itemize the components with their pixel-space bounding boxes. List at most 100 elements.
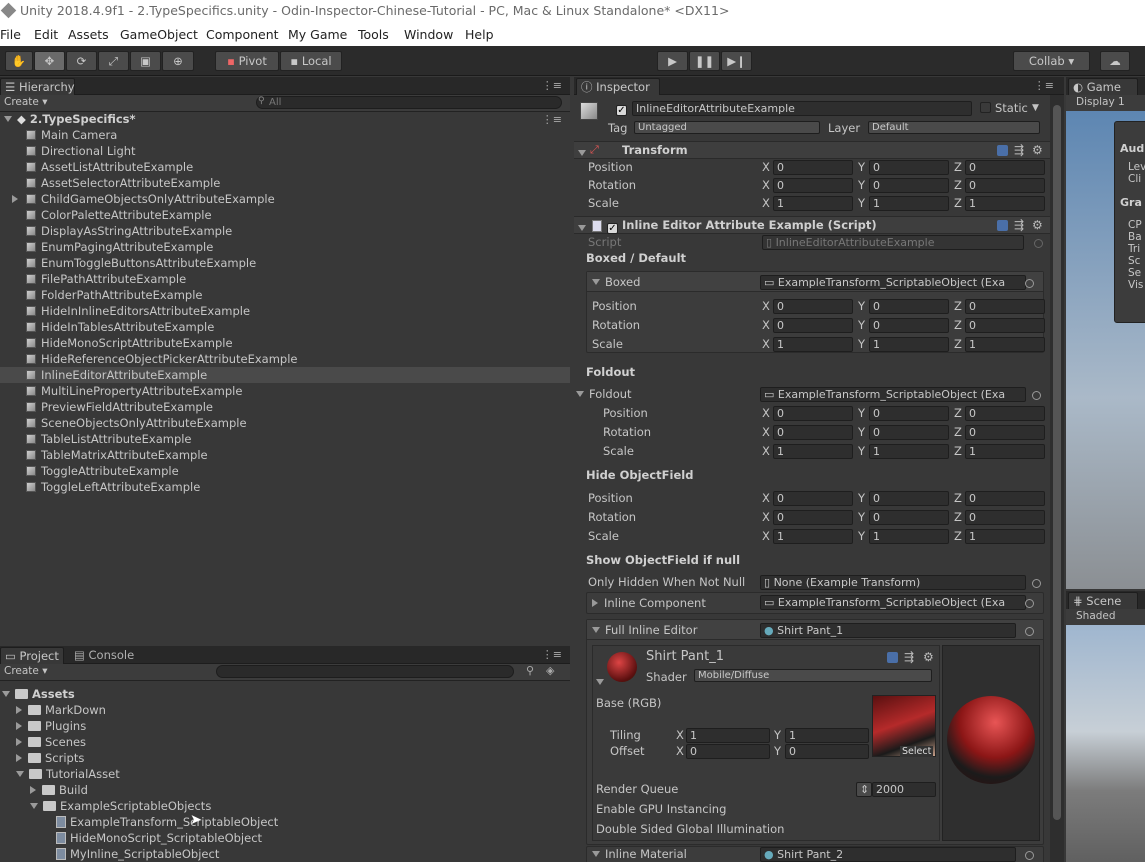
project-folder-item[interactable]: Scripts xyxy=(16,750,84,766)
hierarchy-item[interactable]: HideInInlineEditorsAttributeExample xyxy=(0,303,570,319)
hide-scale-y-field[interactable]: 1 xyxy=(869,529,949,544)
boxed-position-y-field[interactable]: 0 xyxy=(869,299,949,314)
full-inline-material-field[interactable]: ● Shirt Pant_1 xyxy=(760,623,1016,638)
tiling-x-field[interactable]: 1 xyxy=(686,728,770,743)
foldout-position-x-field[interactable]: 0 xyxy=(773,406,853,421)
layer-dropdown[interactable]: Default xyxy=(868,121,1040,134)
boxed-scale-y-field[interactable]: 1 xyxy=(869,337,949,352)
game-viewport[interactable]: Aud Lev Cli Gra CP Ba Tri Sc Se Vis xyxy=(1066,111,1145,589)
hierarchy-item[interactable]: SceneObjectsOnlyAttributeExample xyxy=(0,415,570,431)
tab-inspector[interactable]: ⓘ Inspector xyxy=(576,78,660,95)
move-tool-button[interactable]: ✥ xyxy=(34,51,65,71)
project-panel-menu-icon[interactable]: ⋮≡ xyxy=(542,648,562,661)
scene-viewport[interactable] xyxy=(1066,625,1145,862)
hide-position-y-field[interactable]: 0 xyxy=(869,491,949,506)
help-icon[interactable] xyxy=(997,145,1008,156)
offset-x-field[interactable]: 0 xyxy=(686,744,770,759)
inspector-menu-icon[interactable]: ⋮≡ xyxy=(1034,79,1054,92)
hierarchy-item[interactable]: Directional Light xyxy=(0,143,570,159)
pause-button[interactable]: ❚❚ xyxy=(689,51,720,71)
hide-position-z-field[interactable]: 0 xyxy=(965,491,1045,506)
texture-select-button[interactable]: Select xyxy=(900,746,934,757)
only-hidden-picker-icon[interactable] xyxy=(1032,579,1041,588)
expand-arrow-icon[interactable] xyxy=(16,754,22,762)
boxed-rotation-y-field[interactable]: 0 xyxy=(869,318,949,333)
transform-rotation-z-field[interactable]: 0 xyxy=(965,178,1045,193)
script-help-icon[interactable] xyxy=(997,220,1008,231)
hierarchy-item[interactable]: TableMatrixAttributeExample xyxy=(0,447,570,463)
hierarchy-item[interactable]: FilePathAttributeExample xyxy=(0,271,570,287)
material-help-icon[interactable] xyxy=(887,652,898,663)
shader-dropdown[interactable]: Mobile/Diffuse xyxy=(694,669,932,682)
static-checkbox[interactable] xyxy=(980,102,991,115)
material-foldout-icon[interactable] xyxy=(596,676,609,689)
menu-edit[interactable]: Edit xyxy=(34,24,58,45)
transform-tool-button[interactable]: ⊕ xyxy=(162,51,194,71)
inspector-scrollbar[interactable] xyxy=(1050,95,1064,862)
menu-assets[interactable]: Assets xyxy=(68,24,109,45)
boxed-position-z-field[interactable]: 0 xyxy=(965,299,1045,314)
hierarchy-item[interactable]: ToggleLeftAttributeExample xyxy=(0,479,570,495)
filter-label-icon[interactable]: ◈ xyxy=(546,664,554,677)
project-asset-item[interactable]: MyInline_ScriptableObject xyxy=(44,846,219,862)
boxed-rotation-x-field[interactable]: 0 xyxy=(773,318,853,333)
foldout-label[interactable]: Foldout xyxy=(576,386,632,402)
project-folder-item[interactable]: Assets xyxy=(2,686,75,702)
hierarchy-item[interactable]: AssetSelectorAttributeExample xyxy=(0,175,570,191)
material-gear-icon[interactable]: ⚙ xyxy=(923,651,934,663)
boxed-rotation-z-field[interactable]: 0 xyxy=(965,318,1045,333)
scene-menu-icon[interactable]: ⋮≡ xyxy=(542,113,562,126)
transform-position-z-field[interactable]: 0 xyxy=(965,160,1045,175)
tab-scene[interactable]: ⋕ Scene xyxy=(1068,592,1138,609)
boxed-scale-z-field[interactable]: 1 xyxy=(965,337,1045,352)
foldout-rotation-y-field[interactable]: 0 xyxy=(869,425,949,440)
project-asset-item[interactable]: HideMonoScript_ScriptableObject xyxy=(44,830,262,846)
boxed-position-x-field[interactable]: 0 xyxy=(773,299,853,314)
boxed-scale-x-field[interactable]: 1 xyxy=(773,337,853,352)
menu-help[interactable]: Help xyxy=(465,24,494,45)
transform-rotation-x-field[interactable]: 0 xyxy=(773,178,853,193)
hide-rotation-y-field[interactable]: 0 xyxy=(869,510,949,525)
cloud-button[interactable]: ☁ xyxy=(1100,51,1130,71)
hierarchy-item[interactable]: FolderPathAttributeExample xyxy=(0,287,570,303)
tab-console[interactable]: ▤ Console xyxy=(70,647,138,664)
hide-position-x-field[interactable]: 0 xyxy=(773,491,853,506)
scale-tool-button[interactable]: ⤢ xyxy=(98,51,129,71)
expand-arrow-icon[interactable] xyxy=(12,195,18,203)
active-checkbox[interactable]: ✓ xyxy=(616,102,627,116)
only-hidden-object-field[interactable]: ▯ None (Example Transform) xyxy=(760,575,1026,590)
filter-type-icon[interactable]: ⚲ xyxy=(526,664,534,677)
transform-header[interactable]: ⤢ Transform ⇶ ⚙ xyxy=(574,141,1050,159)
tab-project[interactable]: ▭ Project xyxy=(0,647,64,664)
hide-rotation-x-field[interactable]: 0 xyxy=(773,510,853,525)
inline-component-label[interactable]: Inline Component xyxy=(592,595,706,611)
local-toggle[interactable]: ▪ Local xyxy=(280,51,342,71)
project-folder-item[interactable]: ExampleScriptableObjects xyxy=(30,798,211,814)
hierarchy-create-button[interactable]: Create ▾ xyxy=(4,96,48,108)
hierarchy-item[interactable]: AssetListAttributeExample xyxy=(0,159,570,175)
foldout-scale-y-field[interactable]: 1 xyxy=(869,444,949,459)
tiling-y-field[interactable]: 1 xyxy=(785,728,869,743)
hide-rotation-z-field[interactable]: 0 xyxy=(965,510,1045,525)
expand-arrow-icon[interactable] xyxy=(16,722,22,730)
hierarchy-item[interactable]: MultiLinePropertyAttributeExample xyxy=(0,383,570,399)
boxed-label[interactable]: Boxed xyxy=(592,274,640,290)
inline-component-object-field[interactable]: ▭ ExampleTransform_ScriptableObject (Exa xyxy=(760,595,1026,610)
hierarchy-item[interactable]: EnumPagingAttributeExample xyxy=(0,239,570,255)
tab-game[interactable]: ◐ Game xyxy=(1068,78,1138,95)
material-preview-panel[interactable] xyxy=(942,645,1040,841)
offset-y-field[interactable]: 0 xyxy=(785,744,869,759)
panel-menu-icon[interactable]: ⋮≡ xyxy=(542,79,562,92)
menu-my-game[interactable]: My Game xyxy=(288,24,347,45)
collapse-arrow-icon[interactable] xyxy=(16,771,24,777)
boxed-picker-icon[interactable] xyxy=(1025,279,1034,288)
transform-rotation-y-field[interactable]: 0 xyxy=(869,178,949,193)
hierarchy-item[interactable]: HideInTablesAttributeExample xyxy=(0,319,570,335)
foldout-object-field[interactable]: ▭ ExampleTransform_ScriptableObject (Exa xyxy=(760,387,1026,402)
menu-file[interactable]: File xyxy=(0,24,21,45)
hierarchy-item[interactable]: Main Camera xyxy=(0,127,570,143)
hierarchy-item[interactable]: EnumToggleButtonsAttributeExample xyxy=(0,255,570,271)
collapse-arrow-icon[interactable] xyxy=(2,691,10,697)
hierarchy-item[interactable]: HideMonoScriptAttributeExample xyxy=(0,335,570,351)
render-queue-dropdown[interactable]: ⇕ xyxy=(856,782,872,797)
